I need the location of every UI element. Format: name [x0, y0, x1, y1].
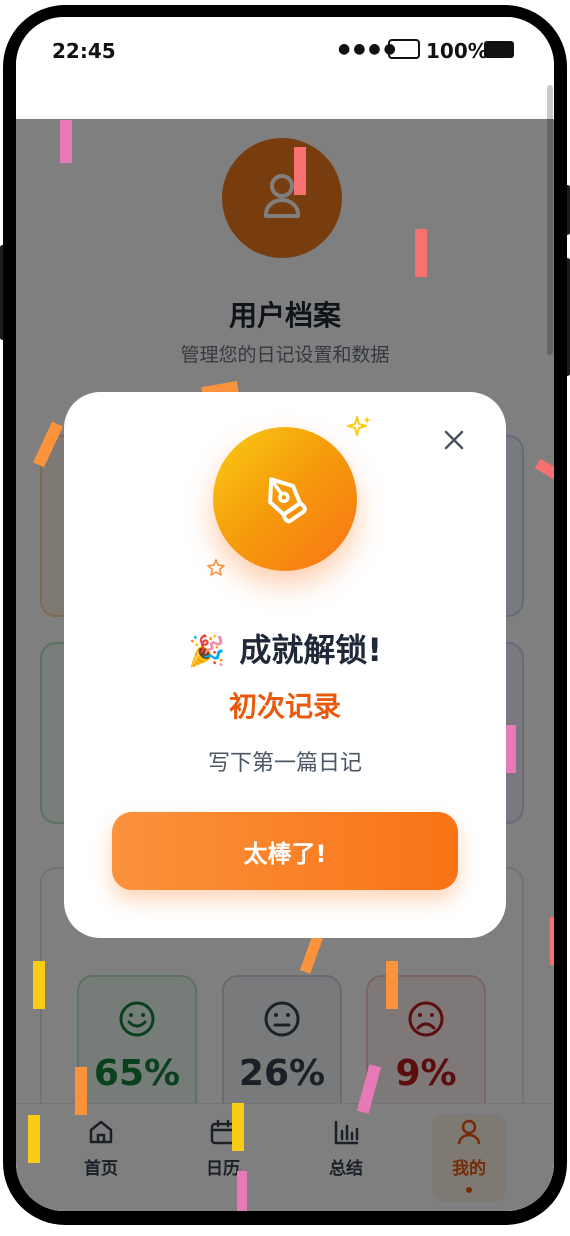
battery-outline-icon [388, 39, 420, 59]
confetti-piece [550, 917, 554, 965]
battery-percent: 100% [426, 39, 488, 63]
party-popper-icon: 🎉 [188, 634, 226, 669]
confetti-piece [506, 725, 516, 773]
confetti-piece [294, 147, 306, 195]
phone: 22:45 ●●●● 100% 用户档案 管理您的日记设置和数据 [0, 0, 570, 1236]
achievement-badge [213, 427, 357, 571]
modal-title: 🎉 成就解锁! [64, 625, 506, 671]
pen-nib-icon [268, 477, 307, 524]
confetti-piece [33, 961, 45, 1009]
achievement-modal: 🎉 成就解锁! 初次记录 写下第一篇日记 太棒了! [64, 392, 506, 938]
confirm-button[interactable]: 太棒了! [112, 812, 458, 890]
battery-icon [484, 41, 514, 58]
confetti-piece [237, 1171, 247, 1211]
close-button[interactable] [436, 422, 472, 458]
confetti-piece [232, 1103, 244, 1151]
confetti-piece [28, 1115, 40, 1163]
achievement-description: 写下第一篇日记 [207, 751, 362, 776]
sparkle-icon [347, 416, 371, 436]
confetti-piece [415, 229, 427, 277]
confetti-piece [75, 1067, 87, 1115]
confetti-piece [60, 120, 72, 163]
close-icon [444, 430, 464, 450]
screen: 22:45 ●●●● 100% 用户档案 管理您的日记设置和数据 [16, 17, 554, 1211]
modal-title-text: 成就解锁! [239, 631, 382, 669]
status-bar: 22:45 ●●●● 100% [16, 17, 554, 87]
status-time: 22:45 [52, 39, 116, 63]
confetti-piece [386, 961, 398, 1009]
achievement-name: 初次记录 [228, 690, 341, 723]
star-icon [207, 559, 225, 576]
